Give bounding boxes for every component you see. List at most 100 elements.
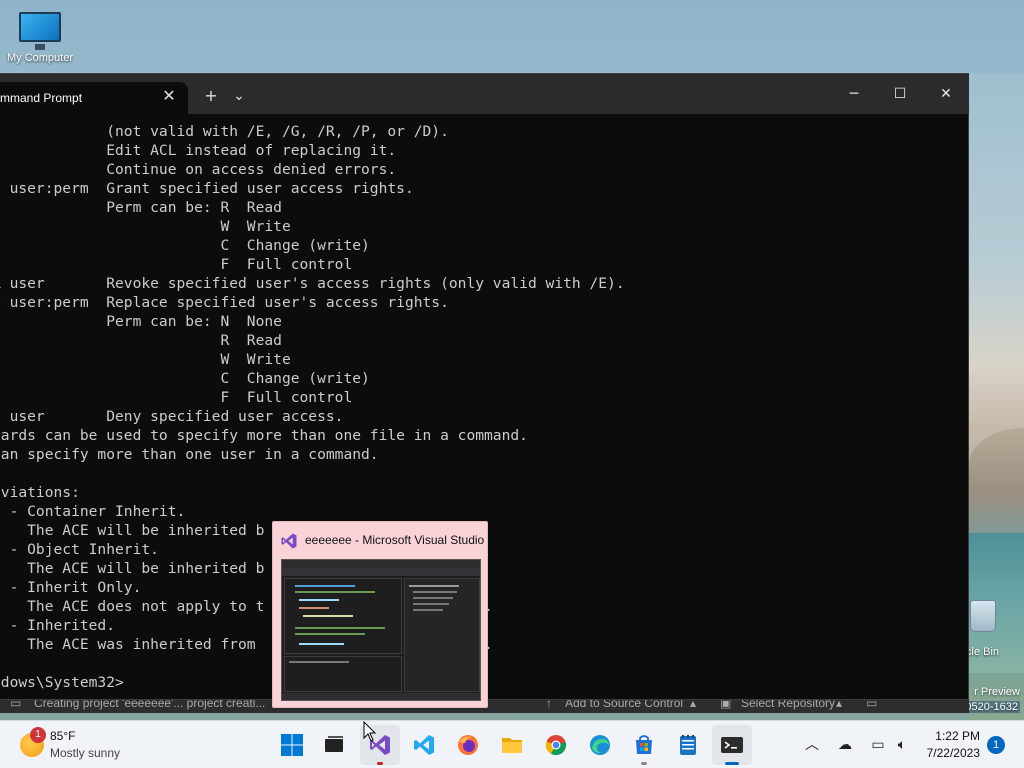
thumb-status-bar	[282, 693, 480, 700]
firefox-icon	[458, 735, 478, 755]
taskbar-thumbnail-preview[interactable]: eeeeeee - Microsoft Visual Studio	[272, 521, 488, 708]
thumb-code-line	[299, 599, 339, 601]
folder-icon	[502, 738, 522, 753]
visual-studio-window-thumbnail	[281, 559, 481, 701]
store-icon	[636, 735, 652, 754]
terminal-line: eviations:	[0, 484, 80, 501]
terminal-line: E Edit ACL instead of replacing it.	[0, 142, 397, 159]
maximize-button[interactable]: ☐	[877, 74, 923, 114]
visual-studio-icon	[281, 533, 297, 549]
tab-title: mmand Prompt	[0, 91, 83, 105]
terminal-line: W Write	[0, 218, 291, 235]
thumb-code-line	[299, 607, 329, 609]
tab-close-icon[interactable]: ✕	[158, 85, 180, 107]
desktop-icon-recycle-bin[interactable]: cle Bin	[960, 600, 1024, 658]
terminal-line: ndows\System32>	[0, 674, 124, 691]
thumb-tree-line	[413, 597, 453, 599]
volume-icon[interactable]: 🔈︎	[890, 733, 914, 757]
thumb-code-line	[295, 633, 365, 635]
thumb-code-line	[295, 627, 385, 629]
thumb-code-editor	[284, 578, 402, 654]
notification-badge[interactable]: 1	[987, 736, 1005, 754]
terminal-line: Perm can be: N None	[0, 313, 282, 330]
close-button[interactable]: ✕	[923, 74, 969, 114]
taskbar-vscode[interactable]	[404, 725, 444, 765]
taskbar-firefox[interactable]	[448, 725, 488, 765]
thumb-tree-line	[413, 591, 457, 593]
terminal-line: I - Container Inherit.	[0, 503, 186, 520]
terminal-line: The ACE will be inherited b	[0, 522, 265, 539]
thumb-code-line	[303, 615, 353, 617]
taskbar-edge[interactable]	[580, 725, 620, 765]
thumb-menu-bar	[282, 560, 480, 568]
edge-icon	[590, 735, 610, 755]
new-tab-button[interactable]: +	[200, 84, 222, 108]
terminal-line: (not valid with /E, /G, /R, /P, or /D).	[0, 123, 449, 140]
tab-command-prompt[interactable]: mmand Prompt ✕	[0, 82, 188, 114]
title-bar: mmand Prompt ✕ + ⌄ ─ ☐ ✕	[0, 74, 969, 114]
desktop-icon-label: My Computer	[6, 52, 74, 64]
taskbar-file-explorer[interactable]	[492, 725, 532, 765]
taskbar: 1 85°F Mostly sunny ︿ ☁ ▭ 🔈︎ 1:22 PM 7/2…	[0, 720, 1024, 768]
weather-badge: 1	[30, 727, 46, 743]
terminal-line: R Read	[0, 332, 282, 349]
windows-logo-icon	[281, 734, 303, 756]
terminal-line: R user Revoke specified user's access ri…	[0, 275, 625, 292]
taskbar-start-button[interactable]	[272, 725, 312, 765]
insider-watermark-line1: r Preview	[974, 686, 1020, 698]
terminal-line: G user:perm Grant specified user access …	[0, 180, 414, 197]
clock-time[interactable]: 1:22 PM	[926, 729, 980, 743]
vscode-icon	[414, 735, 434, 755]
active-indicator	[725, 762, 739, 765]
terminal-line: C Change (write)	[0, 370, 370, 387]
terminal-line: C Continue on access denied errors.	[0, 161, 397, 178]
chrome-icon	[545, 735, 566, 756]
weather-temperature: 85°F	[50, 729, 76, 743]
taskbar-terminal[interactable]	[712, 725, 752, 765]
terminal-icon	[721, 737, 743, 753]
taskbar-notepad[interactable]	[668, 725, 708, 765]
wallpaper-hill	[969, 428, 1024, 538]
terminal-line: can specify more than one user in a comm…	[0, 446, 379, 463]
onedrive-offline-icon[interactable]: ☁	[833, 733, 857, 757]
recycle-bin-icon	[970, 600, 996, 632]
desktop-icon-my-computer[interactable]: My Computer	[0, 12, 80, 64]
thumb-output-line	[289, 661, 349, 663]
network-icon[interactable]: ▭	[866, 733, 890, 757]
thumb-code-line	[295, 585, 355, 587]
mouse-cursor-icon	[363, 721, 377, 742]
running-indicator	[641, 762, 647, 765]
terminal-line: O - Inherit Only.	[0, 579, 142, 596]
thumb-code-line	[299, 643, 344, 645]
minimize-button[interactable]: ─	[831, 74, 877, 114]
thumb-solution-explorer	[404, 578, 480, 692]
task-view-icon	[325, 736, 343, 752]
taskbar-task-view[interactable]	[314, 725, 354, 765]
terminal-line: W Write	[0, 351, 291, 368]
terminal-line: P user:perm Replace specified user's acc…	[0, 294, 449, 311]
terminal-line: C Change (write)	[0, 237, 370, 254]
terminal-line: F Full control	[0, 256, 353, 273]
terminal-line: I - Object Inherit.	[0, 541, 159, 558]
desktop-icon-label: cle Bin	[966, 646, 1000, 658]
thumbnail-title: eeeeeee - Microsoft Visual Studio	[305, 533, 485, 547]
thumb-tree-line	[413, 603, 449, 605]
weather-description: Mostly sunny	[50, 746, 121, 760]
thumb-code-line	[295, 591, 375, 593]
taskbar-chrome[interactable]	[536, 725, 576, 765]
tab-dropdown-icon[interactable]: ⌄	[228, 84, 250, 108]
thumb-toolbar	[282, 568, 480, 576]
terminal-line: D user Deny specified user access.	[0, 408, 344, 425]
terminal-line: F Full control	[0, 389, 353, 406]
thumb-tree-line	[409, 585, 459, 587]
taskbar-store[interactable]	[624, 725, 664, 765]
terminal-line: The ACE will be inherited b	[0, 560, 265, 577]
computer-icon	[19, 12, 61, 50]
chevron-up-icon[interactable]: ︿	[800, 733, 824, 757]
terminal-line: cards can be used to specify more than o…	[0, 427, 528, 444]
terminal-line: Perm can be: R Read	[0, 199, 282, 216]
running-indicator	[377, 762, 383, 765]
notepad-icon	[680, 735, 696, 755]
terminal-line: D - Inherited.	[0, 617, 116, 634]
clock-date[interactable]: 7/22/2023	[918, 746, 980, 760]
